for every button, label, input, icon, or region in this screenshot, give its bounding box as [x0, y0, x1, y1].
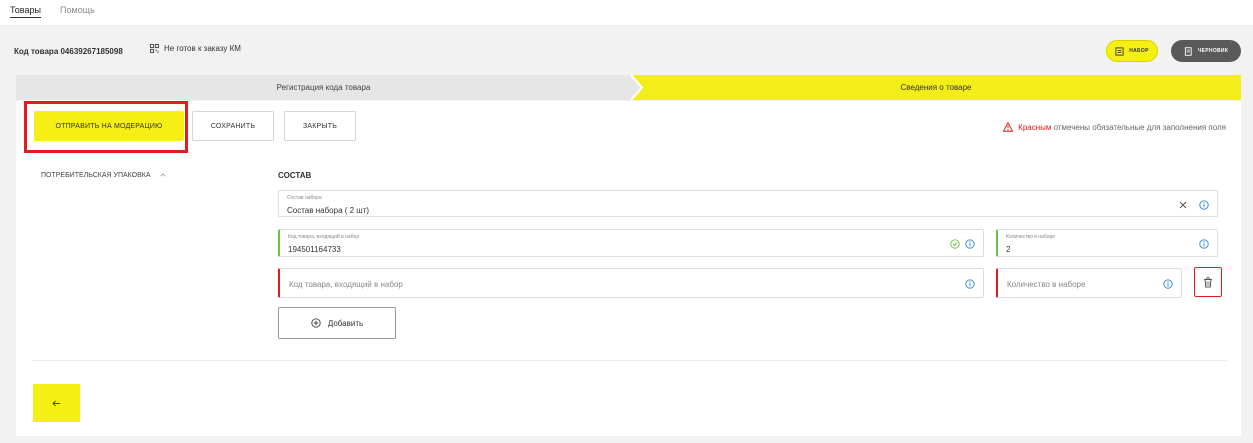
product-code: Код товара 04639267185098 — [14, 47, 123, 56]
section-divider — [32, 360, 1227, 361]
composition-title: СОСТАВ — [278, 171, 312, 180]
draft-badge[interactable]: черновик — [1171, 40, 1241, 62]
close-button[interactable]: закрыть — [284, 111, 356, 141]
step-arrow-divider — [628, 75, 644, 100]
kit-badge-label: набор — [1129, 48, 1149, 54]
kit-item-code-placeholder: Код товара, входящий в набор — [289, 280, 403, 289]
chevron-up-icon — [159, 173, 166, 177]
info-icon[interactable] — [1199, 239, 1209, 249]
progress-steps: Регистрация кода товара Сведения о товар… — [16, 75, 1241, 100]
required-note-text: отмечены обязательные для заполнения пол… — [1051, 122, 1226, 132]
info-icon[interactable] — [965, 279, 975, 289]
info-icon[interactable] — [965, 239, 975, 249]
info-icon[interactable] — [1163, 279, 1173, 289]
km-status-label: Не готов к заказу КМ — [164, 44, 241, 53]
save-button[interactable]: сохранить — [192, 111, 274, 141]
arrow-left-icon — [52, 400, 60, 406]
kit-quantity-field[interactable]: Количество в наборе 2 — [996, 229, 1218, 257]
tab-help[interactable]: Помощь — [60, 5, 95, 15]
warning-icon — [1003, 122, 1014, 132]
highlight-frame — [24, 101, 188, 153]
required-note-highlight: Красным — [1018, 122, 1052, 132]
back-button[interactable] — [33, 384, 80, 422]
kit-item-code-value: 194501164733 — [288, 245, 341, 254]
kit-item-code-label: Код товара, входящий в набор — [288, 234, 360, 240]
kit-quantity-value: 2 — [1006, 245, 1011, 254]
kit-quantity-label: Количество в наборе — [1006, 234, 1056, 240]
kit-composition-value: Состав набора ( 2 шт) — [287, 206, 370, 215]
sidebar-section-consumer-package[interactable]: потребительская упаковка — [41, 171, 167, 179]
sidebar-section-label: потребительская упаковка — [41, 171, 151, 179]
form-panel: отправить на модерацию сохранить закрыть… — [16, 101, 1241, 436]
plus-circle-icon — [311, 318, 321, 328]
box-icon — [1115, 46, 1124, 56]
info-icon[interactable] — [1199, 200, 1209, 210]
add-item-label: Добавить — [327, 318, 364, 328]
draft-badge-label: черновик — [1197, 48, 1229, 54]
trash-icon — [1204, 276, 1212, 287]
delete-row-button[interactable] — [1194, 267, 1222, 297]
step-code-registration[interactable]: Регистрация кода товара — [16, 75, 631, 100]
kit-quantity-input[interactable]: Количество в наборе — [996, 268, 1182, 298]
tab-products[interactable]: Товары — [10, 5, 41, 18]
km-status: Не готов к заказу КМ — [150, 44, 241, 53]
check-circle-icon — [950, 239, 960, 249]
document-icon — [1184, 46, 1192, 56]
required-fields-note: Красным отмечены обязательные для заполн… — [1003, 122, 1226, 132]
add-item-button[interactable]: Добавить — [278, 307, 396, 339]
kit-composition-label: Состав набора — [287, 195, 322, 201]
kit-item-code-field[interactable]: Код товара, входящий в набор 19450116473… — [278, 229, 984, 257]
kit-badge[interactable]: набор — [1106, 40, 1158, 62]
kit-quantity-placeholder: Количество в наборе — [1007, 280, 1086, 289]
qr-code-icon — [150, 44, 159, 53]
step-product-info[interactable]: Сведения о товаре — [631, 75, 1241, 100]
clear-icon[interactable] — [1178, 200, 1188, 210]
top-nav: Товары Помощь — [0, 0, 1253, 26]
kit-composition-select[interactable]: Состав набора Состав набора ( 2 шт) — [278, 190, 1218, 217]
kit-item-code-input[interactable]: Код товара, входящий в набор — [278, 268, 984, 298]
product-header: Код товара 04639267185098 Не готов к зак… — [0, 34, 1253, 70]
